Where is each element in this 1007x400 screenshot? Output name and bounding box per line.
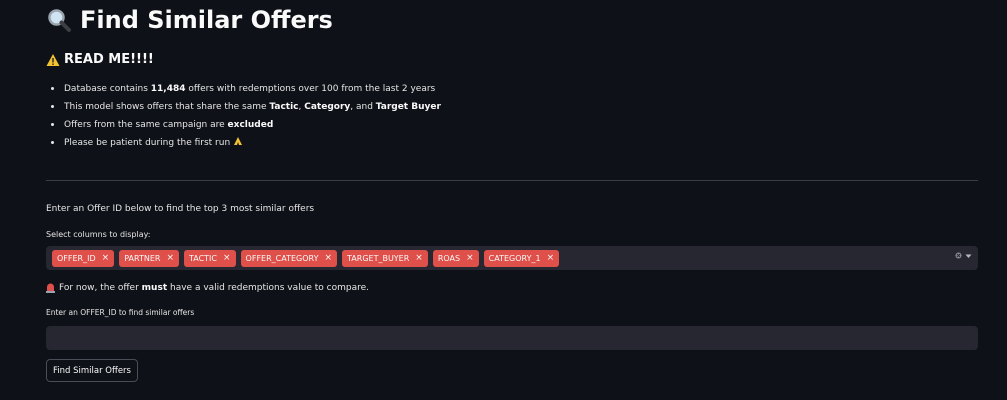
redemptions-note: For now, the offer must have a valid red… [46, 282, 369, 293]
columns-multiselect[interactable]: OFFER_ID × PARTNER × TACTIC × OFFER_CATEGOR… [46, 246, 978, 270]
page-title-text: Find Similar Offers [80, 6, 333, 34]
column-tag[interactable]: OFFER_ID × [52, 249, 115, 267]
column-tag[interactable]: ROAS × [432, 249, 479, 267]
divider [46, 180, 978, 181]
list-item: Offers from the same campaign are exclud… [51, 116, 441, 134]
offer-id-label: Enter an OFFER_ID to find similar offers [46, 308, 195, 317]
column-tag[interactable]: OFFER_CATEGORY × [240, 249, 338, 267]
readme-heading: READ ME!!!! [46, 52, 154, 67]
list-item: Database contains 11,484 offers with red… [51, 80, 441, 98]
find-similar-offers-button[interactable]: Find Similar Offers [46, 359, 138, 382]
column-tag[interactable]: TARGET_BUYER × [342, 249, 428, 267]
list-item: Please be patient during the first run [51, 134, 441, 152]
remove-tag-icon[interactable]: × [547, 253, 555, 263]
readme-list: Database contains 11,484 offers with red… [46, 80, 441, 152]
page-title: Find Similar Offers [46, 3, 333, 37]
remove-tag-icon[interactable]: × [102, 253, 110, 263]
remove-tag-icon[interactable]: × [324, 253, 332, 263]
column-tag[interactable]: TACTIC × [183, 249, 236, 267]
multiselect-controls [955, 252, 972, 261]
list-item: This model shows offers that share the s… [51, 98, 441, 116]
readme-heading-text: READ ME!!!! [64, 52, 154, 67]
intro-text: Enter an Offer ID below to find the top … [46, 204, 315, 214]
offer-id-input[interactable] [46, 326, 978, 350]
chevron-down-icon[interactable] [965, 252, 972, 261]
columns-label: Select columns to display: [46, 230, 151, 239]
magnifying-glass-icon [46, 7, 72, 33]
praying-hands-icon [233, 137, 243, 148]
app-page: Find Similar Offers READ ME!!!! Database… [0, 0, 1007, 400]
column-tag[interactable]: PARTNER × [119, 249, 179, 267]
remove-tag-icon[interactable]: × [466, 253, 474, 263]
remove-tag-icon[interactable]: × [415, 253, 423, 263]
siren-icon [46, 282, 55, 293]
column-tag[interactable]: CATEGORY_1 × [483, 249, 560, 267]
remove-tag-icon[interactable]: × [223, 253, 231, 263]
remove-tag-icon[interactable]: × [166, 253, 174, 263]
clear-all-icon[interactable] [955, 252, 962, 261]
warning-icon [46, 53, 60, 67]
